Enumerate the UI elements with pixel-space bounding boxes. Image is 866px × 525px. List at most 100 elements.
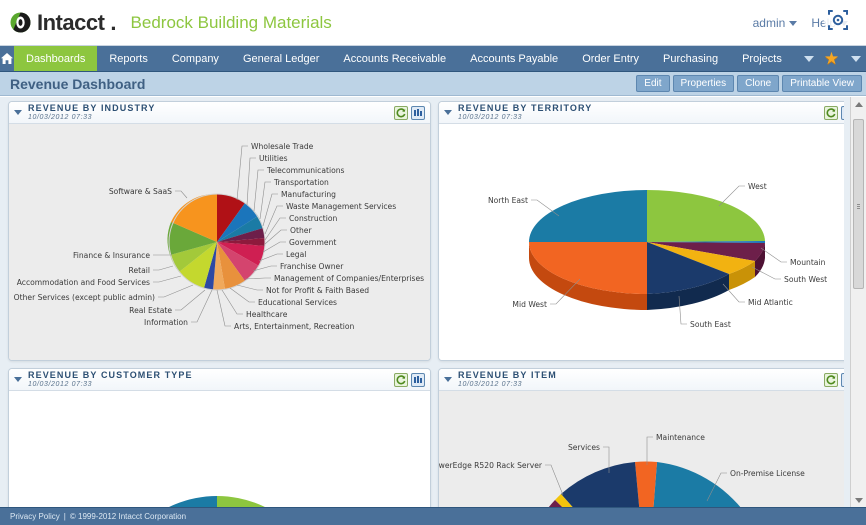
panel-header: REVENUE BY INDUSTRY 10/03/2012 07:33 (9, 102, 430, 124)
nav-item-accounts-receivable[interactable]: Accounts Receivable (331, 46, 458, 71)
privacy-policy-link[interactable]: Privacy Policy (10, 512, 60, 521)
slice-label-retail: Retail (129, 266, 150, 275)
panel-timestamp: 10/03/2012 07:33 (458, 380, 523, 388)
nav-more-chevron-down-icon[interactable] (794, 46, 824, 71)
nav-item-accounts-payable[interactable]: Accounts Payable (458, 46, 570, 71)
nav-item-dashboards[interactable]: Dashboards (14, 46, 98, 71)
slice-label-franchise-owner: Franchise Owner (280, 262, 344, 271)
slice-label-telecommunications: Telecommunications (266, 166, 345, 175)
slice-label-healthcare: Healthcare (246, 310, 288, 319)
slice-label-north-east: North East (488, 196, 528, 205)
panel-header: REVENUE BY ITEM 10/03/2012 07:33 (439, 369, 860, 391)
refresh-icon[interactable] (824, 105, 838, 120)
nav-item-reports[interactable]: Reports (97, 46, 160, 71)
slice-label-educational-services: Educational Services (258, 298, 337, 307)
chevron-down-icon[interactable] (14, 110, 22, 115)
page-title-bar: Revenue Dashboard Edit Properties Clone … (0, 72, 866, 96)
slice-label-maintenance: Maintenance (656, 433, 705, 442)
nav-item-projects[interactable]: Projects (730, 46, 794, 71)
nav-item-purchasing[interactable]: Purchasing (651, 46, 730, 71)
chevron-down-icon[interactable] (444, 377, 452, 382)
refresh-icon[interactable] (394, 372, 408, 387)
panel-revenue-by-industry: REVENUE BY INDUSTRY 10/03/2012 07:33 Sof… (8, 101, 431, 361)
user-menu-label: admin (752, 15, 786, 30)
panel-title: REVENUE BY TERRITORY (458, 103, 593, 114)
page-footer: Privacy Policy | © 1999-2012 Intacct Cor… (0, 507, 866, 525)
copyright-text: © 1999-2012 Intacct Corporation (69, 512, 187, 521)
clone-button[interactable]: Clone (737, 75, 780, 92)
slice-label-south-west: South West (784, 275, 827, 284)
panel-header: REVENUE BY CUSTOMER TYPE 10/03/2012 07:3… (9, 369, 430, 391)
nav-label: Dashboards (26, 52, 86, 65)
scroll-thumb-grip (857, 204, 860, 209)
home-icon[interactable] (0, 46, 14, 71)
chevron-down-icon (789, 20, 798, 26)
nav-label: Company (171, 52, 219, 65)
nav-item-company[interactable]: Company (160, 46, 231, 71)
nav-label: Order Entry (582, 52, 640, 65)
logo-period: . (110, 9, 117, 35)
help-menu[interactable]: Help (811, 16, 848, 30)
scroll-up-arrow-icon[interactable] (851, 97, 866, 111)
main-navigation: Dashboards Reports Company General Ledge… (0, 46, 866, 72)
page-actions: Edit Properties Clone Printable View (636, 75, 866, 92)
dashboard-grid: REVENUE BY INDUSTRY 10/03/2012 07:33 Sof… (4, 101, 861, 507)
slice-label-management-companies: Management of Companies/Enterprises (274, 274, 424, 283)
logo[interactable]: Intacct . (10, 10, 117, 36)
star-icon[interactable]: ★ (824, 50, 839, 67)
user-menu[interactable]: admin (753, 16, 798, 30)
brand-bar: Intacct . Bedrock Building Materials adm… (0, 0, 866, 46)
panel-title: REVENUE BY INDUSTRY (28, 103, 156, 114)
refresh-icon[interactable] (394, 105, 408, 120)
panel-title: REVENUE BY ITEM (458, 370, 557, 381)
product-name: Intacct (37, 9, 105, 35)
bar-chart-icon[interactable] (411, 105, 425, 120)
nav-label: Accounts Payable (470, 52, 559, 65)
nav-item-general-ledger[interactable]: General Ledger (231, 46, 331, 71)
scroll-thumb[interactable] (853, 119, 864, 289)
slice-label-finance-insurance: Finance & Insurance (73, 251, 150, 260)
chevron-down-icon (840, 20, 848, 26)
chart-revenue-by-customer-type[interactable]: Technology Media (9, 391, 430, 507)
panel-revenue-by-item: REVENUE BY ITEM 10/03/2012 07:33 On-Prem… (438, 368, 861, 507)
edit-button[interactable]: Edit (636, 75, 670, 92)
dashboard-content: REVENUE BY INDUSTRY 10/03/2012 07:33 Sof… (0, 97, 866, 507)
nav-label: Reports (109, 52, 148, 65)
panel-timestamp: 10/03/2012 07:33 (458, 113, 523, 121)
slice-label-construction: Construction (289, 214, 338, 223)
slice-label-accommodation-food: Accommodation and Food Services (17, 278, 150, 287)
nav-label: Accounts Receivable (343, 52, 447, 65)
bar-chart-icon[interactable] (411, 372, 425, 387)
panel-revenue-by-territory: REVENUE BY TERRITORY 10/03/2012 07:33 We… (438, 101, 861, 361)
panel-revenue-by-customer-type: REVENUE BY CUSTOMER TYPE 10/03/2012 07:3… (8, 368, 431, 507)
chart-revenue-by-territory[interactable]: West Mountain South West Mid Atlantic So… (439, 124, 860, 360)
chevron-down-icon[interactable] (14, 377, 22, 382)
nav-item-order-entry[interactable]: Order Entry (570, 46, 651, 71)
slice-label-wholesale-trade: Wholesale Trade (251, 142, 314, 151)
refresh-icon[interactable] (824, 372, 838, 387)
slice-label-real-estate: Real Estate (129, 306, 172, 315)
company-name: Bedrock Building Materials (130, 12, 332, 32)
chart-revenue-by-item[interactable]: On-Premise License Maintenance Services … (439, 391, 860, 507)
printable-view-button[interactable]: Printable View (782, 75, 862, 92)
slice-label-mountain: Mountain (790, 258, 826, 267)
slice-label-information: Information (144, 318, 188, 327)
nav-label: Projects (742, 52, 782, 65)
slice-label-west: West (748, 182, 767, 191)
industry-pie-svg: Software & SaaS Finance & Insurance Reta… (14, 142, 425, 331)
slice-label-south-east: South East (690, 320, 731, 329)
slice-label-legal: Legal (286, 250, 306, 259)
vertical-scrollbar[interactable] (850, 97, 866, 507)
properties-button[interactable]: Properties (672, 75, 735, 92)
customer-type-donut-svg: Technology Media (169, 496, 265, 507)
favorites-chevron-down-icon[interactable] (841, 55, 866, 62)
slice-label-mid-atlantic: Mid Atlantic (748, 298, 793, 307)
slice-label-poweredge-rack-server: PowerEdge R520 Rack Server (439, 461, 543, 470)
chart-revenue-by-industry[interactable]: Software & SaaS Finance & Insurance Reta… (9, 124, 430, 360)
scroll-down-arrow-icon[interactable] (851, 493, 866, 507)
panel-timestamp: 10/03/2012 07:33 (28, 380, 93, 388)
slice-label-other-services: Other Services (except public admin) (14, 293, 155, 302)
chevron-down-icon[interactable] (444, 110, 452, 115)
item-pie-svg: On-Premise License Maintenance Services … (439, 433, 805, 507)
territory-pie-svg: West Mountain South West Mid Atlantic So… (488, 182, 827, 329)
